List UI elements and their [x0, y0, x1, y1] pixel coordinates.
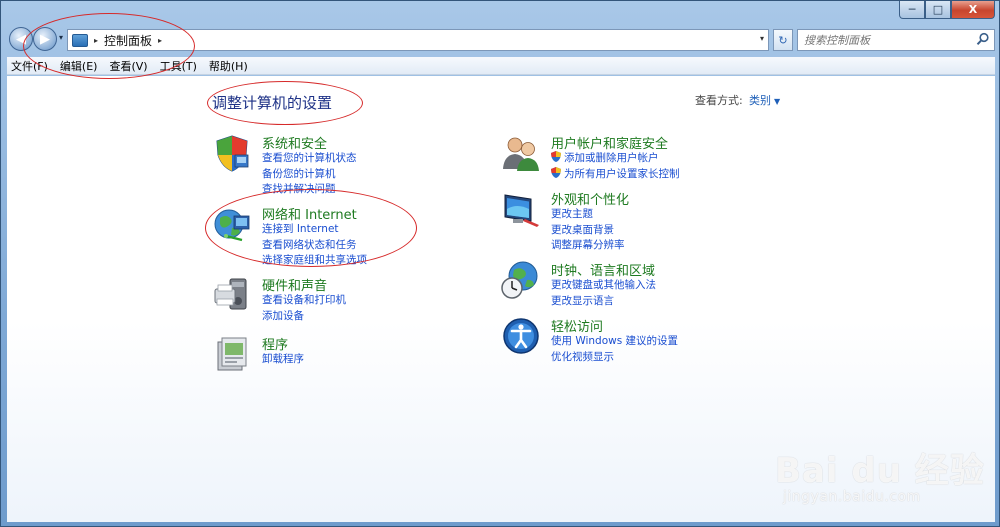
category-links: 查看您的计算机状态 备份您的计算机 查找并解决问题 [262, 151, 357, 198]
link-adjust-resolution[interactable]: 调整屏幕分辨率 [551, 238, 625, 254]
uac-shield-icon [551, 166, 561, 178]
control-panel-window: ─ □ X ◀ ▶ ▾ ▸ 控制面板 ▸ ▾ ↻ 文件(F) 编辑(E) 查看(… [0, 0, 1000, 527]
navigation-bar: ◀ ▶ ▾ ▸ 控制面板 ▸ ▾ ↻ [7, 25, 995, 55]
control-panel-icon [72, 33, 88, 47]
link-network-status[interactable]: 查看网络状态和任务 [262, 238, 367, 254]
uac-shield-icon [551, 151, 561, 162]
chevron-right-icon[interactable]: ▸ [94, 36, 98, 45]
category-title[interactable]: 硬件和声音 [262, 275, 327, 294]
address-bar[interactable]: ▸ 控制面板 ▸ ▾ [67, 29, 769, 51]
link-windows-recommended-settings[interactable]: 使用 Windows 建议的设置 [551, 334, 678, 350]
link-change-display-language[interactable]: 更改显示语言 [551, 294, 656, 310]
link-add-device[interactable]: 添加设备 [262, 309, 346, 325]
baidu-watermark: Bai du 经验 jingyan.baidu.com [761, 419, 991, 519]
page-title: 调整计算机的设置 [212, 94, 333, 112]
view-by-value[interactable]: 类别 [749, 94, 771, 107]
link-view-computer-status[interactable]: 查看您的计算机状态 [262, 151, 357, 167]
category-title[interactable]: 外观和个性化 [551, 189, 629, 208]
recent-pages-dropdown[interactable]: ▾ [59, 33, 63, 42]
window-controls: ─ □ X [899, 1, 995, 21]
link-troubleshoot[interactable]: 查找并解决问题 [262, 182, 357, 198]
forward-button[interactable]: ▶ [33, 27, 57, 51]
breadcrumb-control-panel[interactable]: 控制面板 [104, 32, 152, 49]
back-button[interactable]: ◀ [9, 27, 33, 51]
category-title[interactable]: 网络和 Internet [262, 204, 357, 223]
watermark-logo-text: Bai du 经验 [775, 451, 985, 491]
printer-icon [214, 278, 247, 310]
link-label[interactable]: 为所有用户设置家长控制 [564, 168, 680, 180]
link-uninstall-program[interactable]: 卸载程序 [262, 352, 304, 368]
link-backup-computer[interactable]: 备份您的计算机 [262, 167, 357, 183]
maximize-button[interactable]: □ [925, 1, 951, 19]
menu-tools[interactable]: 工具(T) [154, 58, 203, 74]
category-title[interactable]: 时钟、语言和区域 [551, 260, 655, 279]
category-links: 更改键盘或其他输入法 更改显示语言 [551, 278, 656, 309]
category-title[interactable]: 轻松访问 [551, 316, 603, 335]
link-change-input-method[interactable]: 更改键盘或其他输入法 [551, 278, 656, 294]
menu-help[interactable]: 帮助(H) [203, 58, 254, 74]
search-icon[interactable] [976, 32, 990, 46]
link-add-remove-accounts[interactable]: 添加或删除用户帐户 [551, 151, 680, 167]
link-change-desktop-background[interactable]: 更改桌面背景 [551, 223, 625, 239]
category-title[interactable]: 程序 [262, 334, 288, 353]
chevron-down-icon[interactable]: ▼ [774, 97, 780, 106]
link-devices-printers[interactable]: 查看设备和打印机 [262, 293, 346, 309]
menu-view[interactable]: 查看(V) [103, 58, 153, 74]
menu-edit[interactable]: 编辑(E) [54, 58, 104, 74]
menu-file[interactable]: 文件(F) [7, 58, 54, 74]
category-title[interactable]: 用户帐户和家庭安全 [551, 133, 668, 152]
search-box[interactable] [797, 29, 995, 51]
menu-bar: 文件(F) 编辑(E) 查看(V) 工具(T) 帮助(H) [7, 57, 995, 75]
monitor-icon [504, 194, 539, 227]
search-input[interactable] [798, 30, 968, 50]
clock-globe-icon [501, 261, 538, 299]
address-dropdown-icon[interactable]: ▾ [760, 34, 764, 43]
shield-icon [216, 135, 249, 172]
programs-icon [217, 337, 247, 371]
category-title[interactable]: 系统和安全 [262, 133, 327, 152]
link-parental-controls[interactable]: 为所有用户设置家长控制 [551, 166, 680, 183]
watermark-url: jingyan.baidu.com [783, 489, 921, 505]
close-button[interactable]: X [951, 1, 995, 19]
link-connect-internet[interactable]: 连接到 Internet [262, 222, 367, 238]
category-links: 更改主题 更改桌面背景 调整屏幕分辨率 [551, 207, 625, 254]
users-icon [503, 137, 539, 171]
category-links: 使用 Windows 建议的设置 优化视频显示 [551, 334, 678, 365]
network-globe-icon [214, 209, 250, 242]
refresh-button[interactable]: ↻ [773, 29, 793, 51]
ease-of-access-icon [503, 318, 539, 354]
link-label[interactable]: 添加或删除用户帐户 [564, 152, 659, 164]
view-by-dropdown[interactable]: 类别 ▼ [749, 92, 780, 108]
category-links: 添加或删除用户帐户 为所有用户设置家长控制 [551, 151, 680, 182]
minimize-button[interactable]: ─ [899, 1, 925, 19]
view-by-label: 查看方式: [695, 94, 743, 107]
category-links: 查看设备和打印机 添加设备 [262, 293, 346, 324]
category-links: 卸载程序 [262, 352, 304, 368]
link-optimize-video-display[interactable]: 优化视频显示 [551, 350, 678, 366]
category-links: 连接到 Internet 查看网络状态和任务 选择家庭组和共享选项 [262, 222, 367, 269]
link-homegroup-sharing[interactable]: 选择家庭组和共享选项 [262, 253, 367, 269]
chevron-right-icon[interactable]: ▸ [158, 36, 162, 45]
link-change-theme[interactable]: 更改主题 [551, 207, 625, 223]
